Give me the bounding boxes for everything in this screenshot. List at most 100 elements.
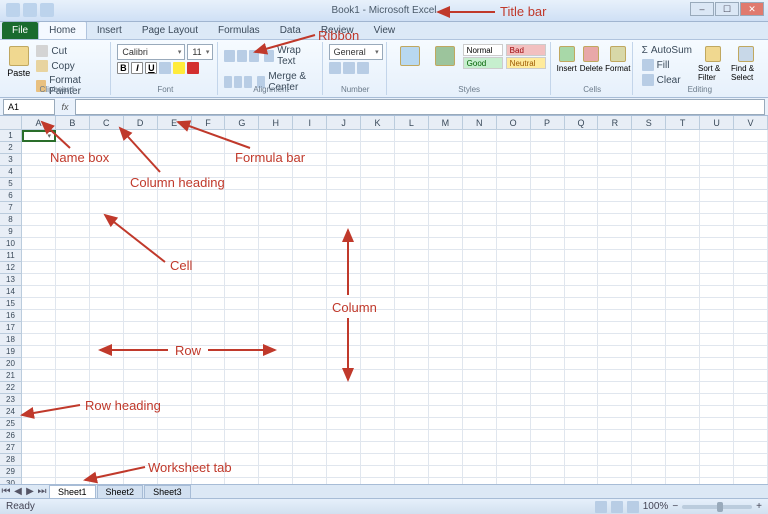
cell[interactable] — [395, 226, 429, 238]
cell[interactable] — [293, 346, 327, 358]
cell[interactable] — [22, 322, 56, 334]
cell[interactable] — [293, 442, 327, 454]
column-header-C[interactable]: C — [90, 116, 124, 129]
cell[interactable] — [361, 142, 395, 154]
cell[interactable] — [22, 226, 56, 238]
cell[interactable] — [598, 454, 632, 466]
cell[interactable] — [666, 382, 700, 394]
cell[interactable] — [124, 274, 158, 286]
cell[interactable] — [158, 346, 192, 358]
cell[interactable] — [531, 418, 565, 430]
cell[interactable] — [259, 454, 293, 466]
cell[interactable] — [327, 166, 361, 178]
cell[interactable] — [90, 214, 124, 226]
cell[interactable] — [225, 274, 259, 286]
cell[interactable] — [463, 454, 497, 466]
cell[interactable] — [22, 274, 56, 286]
cell[interactable] — [124, 382, 158, 394]
cell[interactable] — [327, 382, 361, 394]
cell[interactable] — [395, 382, 429, 394]
cell[interactable] — [531, 166, 565, 178]
cell[interactable] — [429, 346, 463, 358]
cell[interactable] — [158, 190, 192, 202]
cell[interactable] — [565, 154, 599, 166]
cell[interactable] — [124, 442, 158, 454]
cell[interactable] — [225, 370, 259, 382]
cell[interactable] — [531, 286, 565, 298]
cell[interactable] — [158, 226, 192, 238]
cell[interactable] — [361, 382, 395, 394]
cell[interactable] — [531, 466, 565, 478]
font-color-button[interactable] — [187, 62, 199, 74]
cell[interactable] — [666, 334, 700, 346]
cell[interactable] — [192, 274, 226, 286]
cell[interactable] — [225, 250, 259, 262]
cell[interactable] — [90, 406, 124, 418]
cell[interactable] — [700, 298, 734, 310]
cell[interactable] — [463, 142, 497, 154]
cell[interactable] — [734, 286, 768, 298]
style-neutral[interactable]: Neutral — [506, 57, 546, 69]
cell[interactable] — [361, 154, 395, 166]
cell[interactable] — [293, 166, 327, 178]
row-header-13[interactable]: 13 — [0, 274, 21, 286]
cell[interactable] — [531, 322, 565, 334]
cell[interactable] — [225, 298, 259, 310]
cell[interactable] — [293, 382, 327, 394]
cell[interactable] — [22, 250, 56, 262]
cell[interactable] — [259, 394, 293, 406]
cell[interactable] — [531, 406, 565, 418]
column-header-E[interactable]: E — [158, 116, 192, 129]
cell[interactable] — [497, 418, 531, 430]
cell[interactable] — [598, 442, 632, 454]
cell[interactable] — [463, 166, 497, 178]
cell[interactable] — [497, 430, 531, 442]
cell[interactable] — [734, 430, 768, 442]
cell[interactable] — [293, 262, 327, 274]
column-header-B[interactable]: B — [56, 116, 90, 129]
cell[interactable] — [327, 334, 361, 346]
cell[interactable] — [22, 358, 56, 370]
cell[interactable] — [395, 238, 429, 250]
cell[interactable] — [531, 190, 565, 202]
cell[interactable] — [429, 238, 463, 250]
cell[interactable] — [56, 358, 90, 370]
cell[interactable] — [293, 478, 327, 484]
cell[interactable] — [497, 166, 531, 178]
cell[interactable] — [225, 178, 259, 190]
cell[interactable] — [429, 382, 463, 394]
cell[interactable] — [124, 178, 158, 190]
cell[interactable] — [632, 202, 666, 214]
column-header-F[interactable]: F — [192, 116, 226, 129]
cell[interactable] — [429, 178, 463, 190]
cell[interactable] — [90, 286, 124, 298]
currency-icon[interactable] — [329, 62, 341, 74]
cell[interactable] — [124, 322, 158, 334]
cell[interactable] — [598, 166, 632, 178]
cell[interactable] — [497, 382, 531, 394]
cell[interactable] — [22, 142, 56, 154]
cell[interactable] — [531, 226, 565, 238]
cell[interactable] — [259, 202, 293, 214]
cell[interactable] — [327, 346, 361, 358]
sheet-tab-2[interactable]: Sheet2 — [97, 485, 144, 498]
italic-button[interactable]: I — [131, 62, 143, 74]
cell[interactable] — [124, 394, 158, 406]
cell[interactable] — [293, 154, 327, 166]
cell[interactable] — [124, 250, 158, 262]
cell[interactable] — [56, 322, 90, 334]
cell[interactable] — [90, 382, 124, 394]
column-header-O[interactable]: O — [497, 116, 531, 129]
cell[interactable] — [598, 190, 632, 202]
cell[interactable] — [497, 394, 531, 406]
find-select-button[interactable]: Find & Select — [731, 44, 761, 88]
cell[interactable] — [124, 430, 158, 442]
cell[interactable] — [22, 154, 56, 166]
cell[interactable] — [531, 202, 565, 214]
cell[interactable] — [90, 418, 124, 430]
cell[interactable] — [22, 286, 56, 298]
cell[interactable] — [293, 142, 327, 154]
cell[interactable] — [429, 298, 463, 310]
column-header-P[interactable]: P — [531, 116, 565, 129]
cell[interactable] — [700, 322, 734, 334]
